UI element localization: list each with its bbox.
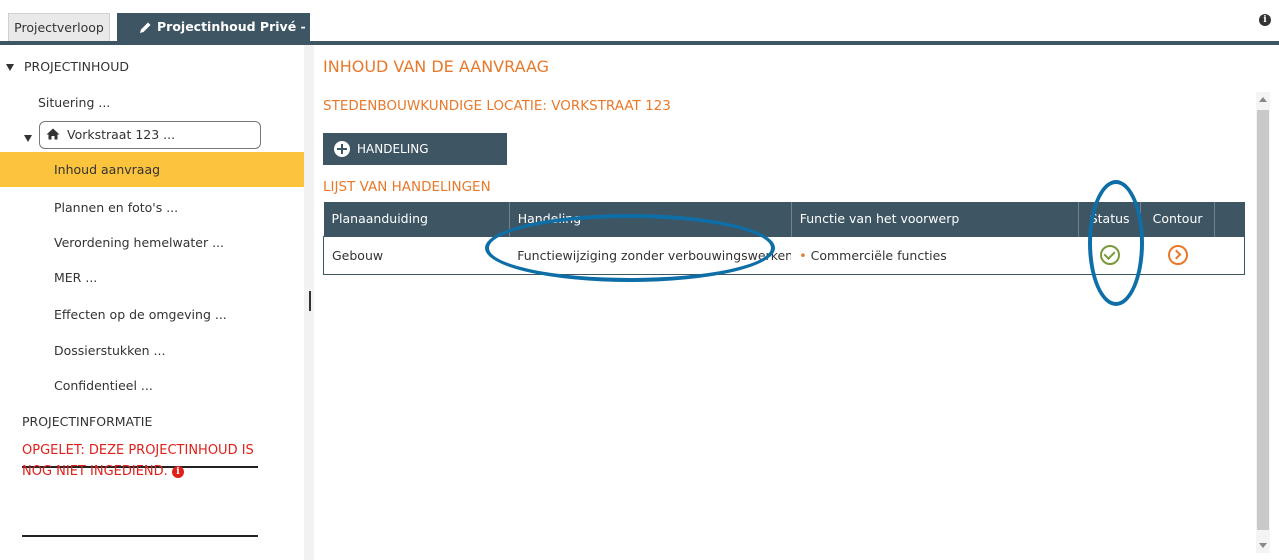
caret-down-icon xyxy=(6,64,14,71)
bullet-icon: • xyxy=(799,247,807,263)
plus-circle-icon xyxy=(334,141,350,157)
cell-functie: • Commerciële functies xyxy=(791,235,1079,275)
table-row[interactable]: Gebouw Functiewijziging zonder verbouwin… xyxy=(323,235,1245,275)
caret-down-icon xyxy=(24,135,32,142)
scroll-thumb[interactable] xyxy=(1257,110,1269,530)
add-handeling-button[interactable]: HANDELING TOEVOEGEN xyxy=(323,133,507,188)
sidebar-item-projectinformatie[interactable]: PROJECTINFORMATIE xyxy=(22,414,326,429)
main-content: INHOUD VAN DE AANVRAAG STEDENBOUWKUNDIGE… xyxy=(314,45,1279,560)
warning-info-icon[interactable]: i xyxy=(171,466,184,478)
col-planaanduiding[interactable]: Planaanduiding xyxy=(323,202,510,236)
page-title: INHOUD VAN DE AANVRAAG xyxy=(323,57,550,76)
status-check-icon[interactable] xyxy=(1099,245,1120,265)
sidebar: PROJECTINHOUD Situering ... Vorkstraat 1… xyxy=(0,45,304,560)
scroll-up-icon[interactable] xyxy=(1259,97,1267,102)
cell-spacer xyxy=(1214,235,1245,275)
main-scrollbar[interactable] xyxy=(1256,92,1270,553)
sidebar-section-label: PROJECTINHOUD xyxy=(23,59,130,74)
tab-projectverloop[interactable]: Projectverloop xyxy=(8,13,110,41)
table-header-row: Planaanduiding Handeling Functie van het… xyxy=(323,202,1245,236)
cell-contour xyxy=(1140,235,1215,275)
home-icon xyxy=(46,128,60,140)
col-functie[interactable]: Functie van het voorwerp xyxy=(791,202,1080,236)
sidebar-item-label: Inhoud aanvraag xyxy=(54,162,161,177)
col-spacer xyxy=(1214,202,1245,236)
tab-projectinhoud[interactable]: Projectinhoud Privé - V1 xyxy=(117,13,310,62)
pencil-icon xyxy=(140,22,151,33)
handelingen-table: Planaanduiding Handeling Functie van het… xyxy=(323,202,1245,275)
warning-line-2: NOG NIET INGEDIEND. xyxy=(22,464,168,479)
cell-handeling: Functiewijziging zonder verbouwingswerke… xyxy=(509,235,792,275)
info-icon[interactable]: i xyxy=(1259,14,1271,26)
warning-line-1: OPGELET: DEZE PROJECTINHOUD IS xyxy=(22,443,254,458)
scroll-down-icon[interactable] xyxy=(1259,543,1267,548)
warning-divider-bottom xyxy=(22,535,258,537)
sidebar-item-location[interactable]: Vorkstraat 123 ... xyxy=(39,121,261,149)
list-title: LIJST VAN HANDELINGEN xyxy=(323,179,491,195)
cell-functie-text: Commerciële functies xyxy=(810,247,947,263)
col-contour[interactable]: Contour xyxy=(1140,202,1216,236)
splitter-grip[interactable] xyxy=(309,291,311,311)
col-status[interactable]: Status xyxy=(1078,202,1142,236)
contour-arrow-icon[interactable] xyxy=(1167,245,1188,265)
sidebar-location-label: Vorkstraat 123 ... xyxy=(66,127,176,142)
cell-status xyxy=(1078,235,1141,275)
sidebar-section-projectinhoud[interactable]: PROJECTINHOUD xyxy=(6,59,310,74)
sidebar-location-toggle[interactable] xyxy=(24,130,38,145)
location-title: STEDENBOUWKUNDIGE LOCATIE: VORKSTRAAT 12… xyxy=(323,98,671,114)
sidebar-item-inhoud-aanvraag[interactable]: Inhoud aanvraag xyxy=(0,152,304,187)
sidebar-item-situering[interactable]: Situering ... xyxy=(38,95,342,110)
not-submitted-warning: OPGELET: DEZE PROJECTINHOUD IS NOG NIET … xyxy=(22,440,292,482)
tab-bar: Projectverloop Projectinhoud Privé - V1 … xyxy=(0,0,1279,62)
cell-planaanduiding: Gebouw xyxy=(323,235,510,275)
col-handeling[interactable]: Handeling xyxy=(509,202,792,236)
